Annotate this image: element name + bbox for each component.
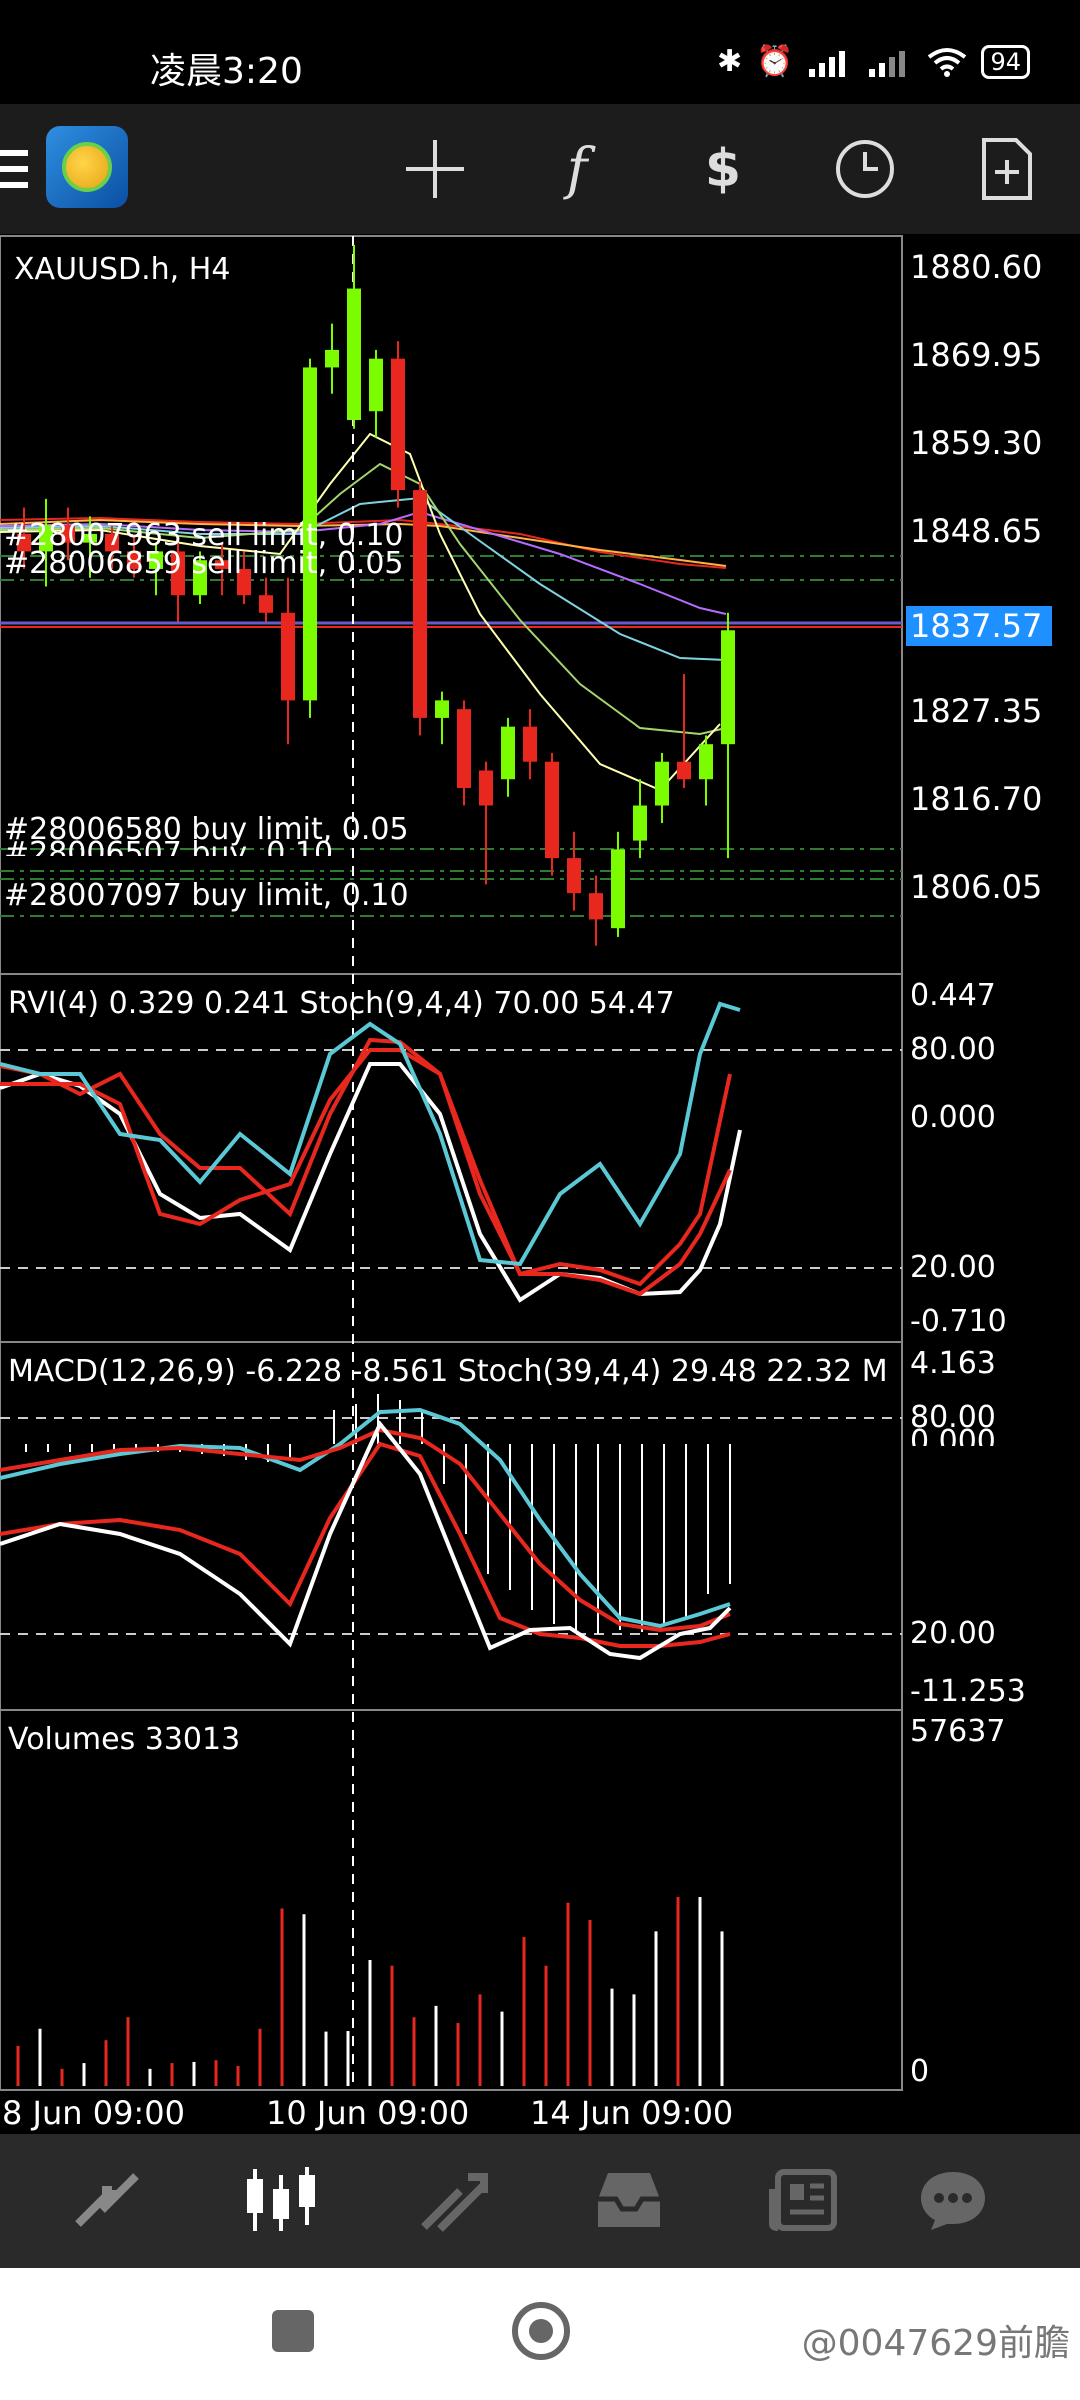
order-label[interactable]: #28007097 buy limit, 0.10	[4, 878, 409, 913]
candle-body	[391, 358, 405, 491]
candle-body	[523, 726, 537, 762]
order-label[interactable]: #28006859 sell limit, 0.05	[4, 546, 404, 581]
volume-label: Volumes 33013	[8, 1722, 241, 1757]
candle-body	[259, 595, 273, 613]
candle-body	[501, 726, 515, 780]
rvi-tick: 80.00	[910, 1032, 996, 1067]
rvi-tick: 20.00	[910, 1250, 996, 1285]
macd-label: MACD(12,26,9) -6.228 -8.561 Stoch(39,4,4…	[8, 1354, 888, 1389]
symbol-label: XAUUSD.h, H4	[14, 252, 231, 287]
macd-tick: -11.253	[910, 1674, 1026, 1709]
chat-icon[interactable]	[908, 2160, 998, 2240]
time-label: 8 Jun 09:00	[2, 2094, 185, 2132]
rvi-label: RVI(4) 0.329 0.241 Stoch(9,4,4) 70.00 54…	[8, 986, 675, 1021]
candle-body	[545, 761, 559, 859]
news-icon[interactable]	[758, 2160, 848, 2240]
trade-dollar-icon[interactable]: $	[680, 126, 766, 212]
recents-button[interactable]	[272, 2310, 314, 2352]
rvi-tick: 0.000	[910, 1100, 996, 1135]
candle-body	[435, 700, 449, 718]
price-tick: 1859.30	[910, 424, 1043, 462]
signal-icon	[809, 50, 846, 77]
price-tick: 1806.05	[910, 868, 1043, 906]
app-logo[interactable]	[46, 126, 128, 208]
history-icon[interactable]	[584, 2160, 674, 2240]
candle-body	[655, 761, 669, 806]
price-tick: 1848.65	[910, 512, 1043, 550]
bottom-nav	[0, 2134, 1080, 2268]
order-label[interactable]: #28006507 buy, 0.10	[4, 836, 333, 856]
candle-body	[567, 858, 581, 894]
function-icon[interactable]: f	[534, 126, 620, 212]
rvi-tick: -0.710	[910, 1304, 1007, 1339]
home-button[interactable]	[512, 2302, 570, 2360]
candle-body	[457, 709, 471, 788]
candle-body	[611, 849, 625, 929]
battery-icon: 94	[981, 44, 1030, 79]
price-tick: 1827.35	[910, 692, 1043, 730]
new-document-icon[interactable]	[964, 126, 1050, 212]
candle-body	[369, 358, 383, 412]
price-tick: 1816.70	[910, 780, 1043, 818]
candle-body	[699, 744, 713, 780]
candle-body	[721, 630, 735, 745]
rvi-tick: 0.447	[910, 978, 996, 1013]
macd-tick: 20.00	[910, 1616, 996, 1651]
candle-body	[479, 770, 493, 806]
candle-body	[413, 490, 427, 718]
signal-icon	[869, 50, 906, 77]
volume-tick: 0	[910, 2054, 930, 2089]
quotes-icon[interactable]	[62, 2160, 152, 2240]
clock-icon[interactable]	[822, 126, 908, 212]
menu-icon[interactable]	[0, 150, 28, 188]
system-nav: @0047629前膽	[0, 2268, 1080, 2400]
alarm-icon: ⏰	[756, 44, 794, 79]
time-label: 10 Jun 09:00	[266, 2094, 470, 2132]
current-price-badge: 1837.57	[906, 606, 1052, 646]
status-bar: 凌晨3:20 ✱ ⏰ 94	[0, 0, 1080, 104]
toolbar: f $	[0, 104, 1080, 234]
crosshair-icon[interactable]	[392, 126, 478, 212]
candle-body	[347, 288, 361, 420]
watermark-text: @0047629前膽	[801, 2323, 1070, 2364]
wifi-icon	[928, 47, 967, 77]
macd-tick: 0.000	[910, 1424, 996, 1446]
candle-body	[677, 761, 691, 780]
volume-tick: 57637	[910, 1714, 1006, 1749]
status-icons: ✱ ⏰ 94	[717, 44, 1030, 79]
time-label: 14 Jun 09:00	[530, 2094, 734, 2132]
chart-icon[interactable]	[236, 2160, 326, 2240]
chart-area[interactable]: XAUUSD.h, H4 #28007963 sell limit, 0.10 …	[0, 234, 1080, 2134]
candle-body	[325, 349, 339, 368]
status-time: 凌晨3:20	[150, 51, 303, 92]
trade-icon[interactable]	[410, 2160, 500, 2240]
candle-body	[589, 893, 603, 920]
price-tick: 1880.60	[910, 248, 1043, 286]
candle-body	[281, 612, 295, 701]
candle-body	[633, 805, 647, 841]
macd-tick: 4.163	[910, 1346, 996, 1381]
price-tick: 1869.95	[910, 336, 1043, 374]
bluetooth-icon: ✱	[716, 44, 743, 79]
